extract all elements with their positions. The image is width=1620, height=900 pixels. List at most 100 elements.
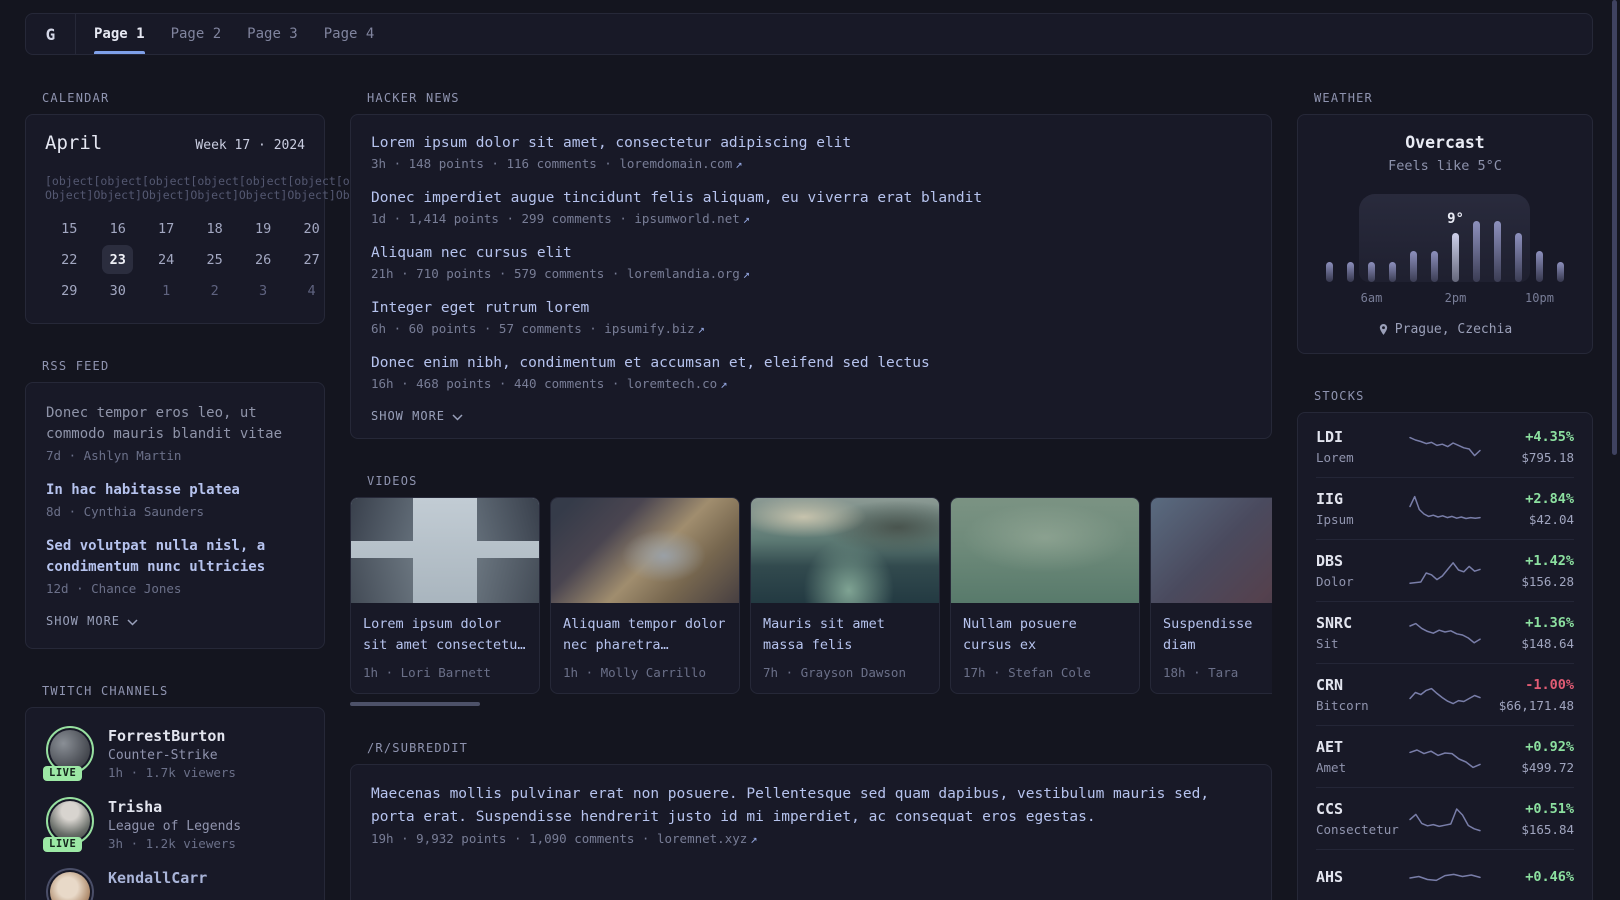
- external-link-icon[interactable]: ↗: [750, 832, 757, 846]
- stock-row[interactable]: AET Amet +0.92% $499.72: [1316, 725, 1574, 787]
- stock-symbol: SNRC: [1316, 614, 1353, 632]
- weather-bar: [1515, 233, 1522, 282]
- external-link-icon[interactable]: ↗: [735, 157, 742, 171]
- video-body: Aliquam tempor dolor nec pharetra… 1h · …: [551, 603, 739, 693]
- calendar-grid: [object Object] [object Object] [object …: [45, 168, 384, 305]
- weather-bar: [1389, 262, 1396, 282]
- twitch-card: LIVE ForrestBurton Counter-Strike 1h · 1…: [25, 707, 325, 900]
- stock-symbol: AET: [1316, 738, 1344, 756]
- video-card[interactable]: Aliquam tempor dolor nec pharetra… 1h · …: [550, 497, 740, 694]
- stock-name: Ipsum: [1316, 512, 1354, 527]
- twitch-channel[interactable]: LIVE ForrestBurton Counter-Strike 1h · 1…: [43, 726, 304, 781]
- stock-row[interactable]: SNRC Sit +1.36% $148.64: [1316, 601, 1574, 663]
- hackernews-item: Aliquam nec cursus elit 21h · 710 points…: [371, 242, 1251, 281]
- app-logo[interactable]: G: [26, 14, 76, 54]
- video-title[interactable]: Nullam posuere cursus ex: [963, 614, 1127, 656]
- nav-tab[interactable]: Page 2: [171, 14, 222, 54]
- video-card[interactable]: Lorem ipsum dolor sit amet consectetu… 1…: [350, 497, 540, 694]
- nav-tab[interactable]: Page 3: [247, 14, 298, 54]
- stock-price: $66,171.48: [1498, 698, 1574, 713]
- calendar-day: 4: [307, 282, 316, 299]
- twitch-channel-name[interactable]: KendallCarr: [108, 868, 207, 888]
- hackernews-item-meta-text: 1d · 1,414 points · 299 comments · ipsum…: [371, 211, 740, 226]
- right-column: WEATHER Overcast Feels like 5°C 6am 9° 2…: [1297, 91, 1593, 900]
- top-nav: G Page 1 Page 2 Page 3 Page 4: [25, 13, 1593, 55]
- page-scrollbar[interactable]: [1612, 0, 1617, 455]
- external-link-icon[interactable]: ↗: [743, 212, 750, 226]
- calendar-header: April Week 17 · 2024: [45, 132, 305, 154]
- stock-row[interactable]: DBS Dolor +1.42% $156.28: [1316, 539, 1574, 601]
- calendar-day-header: [object Object]: [287, 174, 336, 202]
- stock-row[interactable]: CRN Bitcorn -1.00% $66,171.48: [1316, 663, 1574, 725]
- hackernews-section-label: HACKER NEWS: [367, 91, 460, 105]
- hackernews-item-meta: 3h · 148 points · 116 comments · loremdo…: [371, 156, 1251, 171]
- twitch-channel-name[interactable]: Trisha: [108, 797, 241, 817]
- video-body: Lorem ipsum dolor sit amet consectetu… 1…: [351, 603, 539, 693]
- twitch-channel-name[interactable]: ForrestBurton: [108, 726, 236, 746]
- hackernews-show-more-button[interactable]: SHOW MORE: [371, 409, 1251, 423]
- weather-card: Overcast Feels like 5°C 6am 9° 2pm 10pm …: [1297, 114, 1593, 354]
- stock-name: Consectetur: [1316, 822, 1399, 837]
- sparkline-chart: [1409, 808, 1481, 832]
- stock-price: $148.64: [1521, 636, 1574, 651]
- video-meta: 17h · Stefan Cole: [963, 665, 1091, 680]
- rss-item: Donec tempor eros leo, ut commodo mauris…: [46, 403, 304, 463]
- video-title[interactable]: Suspendisse diam: [1163, 614, 1272, 656]
- external-link-icon[interactable]: ↗: [720, 377, 727, 391]
- hackernews-item-title[interactable]: Donec imperdiet augue tincidunt felis al…: [371, 187, 1251, 209]
- rss-item-title[interactable]: In hac habitasse platea: [46, 480, 304, 501]
- nav-tab[interactable]: Page 1: [94, 14, 145, 54]
- weather-bar: 6am: [1361, 262, 1382, 305]
- rss-show-more-button[interactable]: SHOW MORE: [46, 614, 304, 628]
- stock-row[interactable]: IIG Ipsum +2.84% $42.04: [1316, 477, 1574, 539]
- stock-change: +2.84%: [1525, 491, 1574, 507]
- stock-change: +4.35%: [1525, 429, 1574, 445]
- external-link-icon[interactable]: ↗: [743, 267, 750, 281]
- stock-sparkline: [1402, 861, 1488, 895]
- location-pin-icon: [1379, 324, 1387, 335]
- sparkline-chart: [1409, 749, 1481, 769]
- hackernews-item-title[interactable]: Aliquam nec cursus elit: [371, 242, 1251, 264]
- stock-sparkline: [1402, 615, 1488, 649]
- video-title[interactable]: Lorem ipsum dolor sit amet consectetu…: [363, 614, 527, 656]
- sparkline-chart: [1409, 562, 1481, 584]
- hackernews-item: Lorem ipsum dolor sit amet, consectetur …: [371, 132, 1251, 171]
- video-card[interactable]: Nullam posuere cursus ex 17h · Stefan Co…: [950, 497, 1140, 694]
- hackernews-item-title[interactable]: Lorem ipsum dolor sit amet, consectetur …: [371, 132, 1251, 154]
- stock-row[interactable]: LDI Lorem +4.35% $795.18: [1316, 416, 1574, 477]
- stock-change: +0.92%: [1525, 739, 1574, 755]
- video-card[interactable]: Mauris sit amet massa felis 7h · Grayson…: [750, 497, 940, 694]
- twitch-channel[interactable]: LIVE Trisha League of Legends 3h · 1.2k …: [43, 797, 304, 852]
- calendar-day: 20: [303, 220, 320, 237]
- hackernews-item-meta-text: 16h · 468 points · 440 comments · loremt…: [371, 376, 718, 391]
- stock-id: IIG Ipsum: [1316, 489, 1402, 527]
- rss-item-title[interactable]: Sed volutpat nulla nisl, a condimentum n…: [46, 536, 304, 578]
- twitch-channel[interactable]: LIVE KendallCarr: [46, 868, 304, 900]
- twitch-channel-info: ForrestBurton Counter-Strike 1h · 1.7k v…: [108, 726, 236, 780]
- nav-tab[interactable]: Page 4: [324, 14, 375, 54]
- hackernews-item-meta-text: 3h · 148 points · 116 comments · loremdo…: [371, 156, 733, 171]
- stock-row[interactable]: CCS Consectetur +0.51% $165.84: [1316, 787, 1574, 849]
- hackernews-item-meta: 1d · 1,414 points · 299 comments · ipsum…: [371, 211, 1251, 226]
- hackernews-item-title[interactable]: Donec enim nibh, condimentum et accumsan…: [371, 352, 1251, 374]
- rss-section-label: RSS FEED: [42, 359, 110, 373]
- video-card[interactable]: Suspendisse diam 18h · Tara: [1150, 497, 1272, 694]
- rss-item: In hac habitasse platea 8d · Cynthia Sau…: [46, 480, 304, 519]
- subreddit-post-title[interactable]: Maecenas mollis pulvinar erat non posuer…: [371, 783, 1251, 829]
- weather-bar: [1410, 251, 1417, 282]
- calendar-week-year: Week 17 · 2024: [195, 138, 305, 153]
- videos-horizontal-scrollbar[interactable]: [350, 702, 480, 706]
- external-link-icon[interactable]: ↗: [698, 322, 705, 336]
- subreddit-widget: /R/SUBREDDIT Maecenas mollis pulvinar er…: [350, 741, 1272, 900]
- weather-time-label: 10pm: [1525, 291, 1554, 305]
- rss-item-title[interactable]: Donec tempor eros leo, ut commodo mauris…: [46, 403, 304, 445]
- video-title[interactable]: Aliquam tempor dolor nec pharetra…: [563, 614, 727, 656]
- hackernews-item-title[interactable]: Integer eget rutrum lorem: [371, 297, 1251, 319]
- stock-id: SNRC Sit: [1316, 613, 1402, 651]
- calendar-day: 22: [61, 251, 78, 268]
- video-meta: 18h · Tara: [1163, 665, 1239, 680]
- live-badge: LIVE: [43, 766, 83, 781]
- stock-row[interactable]: AHS +0.46%: [1316, 849, 1574, 900]
- video-title[interactable]: Mauris sit amet massa felis: [763, 614, 927, 656]
- twitch-channel-game: Counter-Strike: [108, 748, 218, 763]
